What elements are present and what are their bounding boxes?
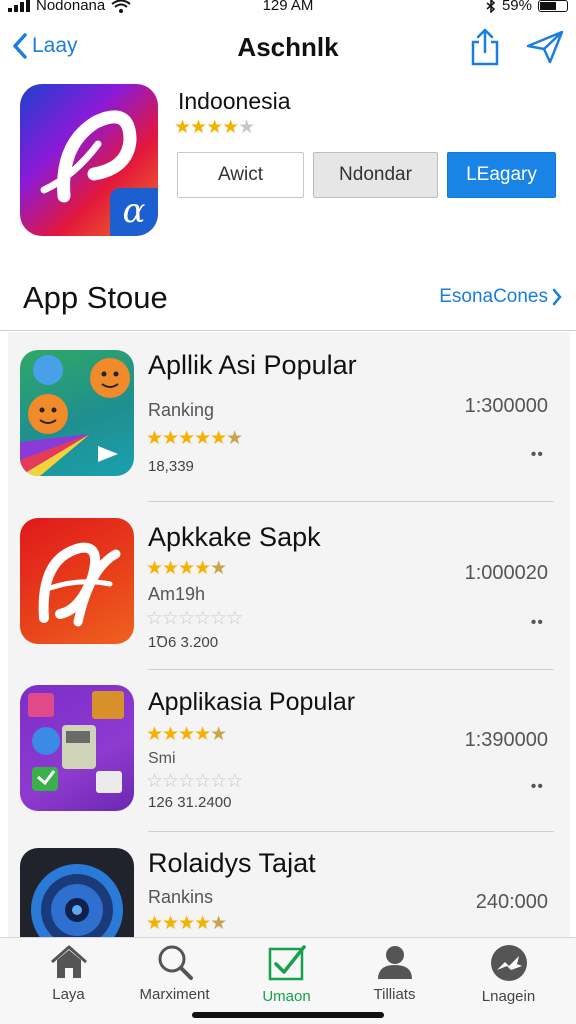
featured-app-rating: ★★★★★ (174, 116, 255, 139)
rating-stars-filled: ★★★★ (174, 117, 239, 138)
bird-icon (490, 945, 527, 981)
more-options-button[interactable]: •• (531, 446, 544, 464)
home-indicator[interactable] (192, 1012, 384, 1018)
tab-label: Lnagein (481, 988, 536, 1005)
rating-stars-filled: ★★★★ (146, 558, 211, 579)
app-rating: ★★★★★★ (146, 427, 243, 450)
app-subtitle: Ranking (148, 400, 215, 420)
battery-icon (538, 0, 568, 12)
featured-app-name: Indoonesia (178, 88, 291, 114)
app-name: Apkkake Sapk (148, 522, 321, 552)
status-bar: Nodonana 129 AM 59% (0, 0, 576, 18)
featured-app-header: α Indoonesia ★★★★★ Awict Ndondar LEagary (0, 84, 576, 244)
rating-star-half: ★ (210, 913, 227, 934)
empty-rating-stars: ☆☆☆☆☆☆ (146, 771, 243, 792)
tab-tilliats[interactable]: Tilliats (337, 944, 452, 1003)
share-icon[interactable] (468, 28, 502, 66)
app-count: 18,339 (148, 458, 194, 475)
empty-rating-stars: ☆☆☆☆☆☆ (146, 608, 243, 629)
rating-star-half: ★ (210, 558, 227, 579)
rating-stars-filled: ★★★★★ (146, 428, 227, 449)
section-link-label: EsonaCones (439, 286, 548, 307)
leagary-button[interactable]: LEagary (447, 152, 556, 198)
chat-bubbles-app-icon (20, 350, 134, 476)
app-rating: ★★★★★ (146, 557, 227, 580)
ndondar-button[interactable]: Ndondar (313, 152, 438, 198)
app-subtitle: Am19h (148, 584, 206, 604)
tab-label: Tilliats (373, 986, 416, 1003)
app-count: 126 31.2400 (148, 794, 232, 811)
list-item[interactable]: Rolaidys Tajat Rankins ★★★★★ 240:000 (8, 832, 570, 937)
search-icon (158, 945, 193, 980)
shopping-items-app-icon (20, 685, 134, 811)
app-list: Apllik Asi Popular Ranking ★★★★★★ 18,339… (8, 332, 570, 937)
list-item[interactable]: Apkkake Sapk ★★★★★ Am19h ☆☆☆☆☆☆ 1Ꝺ6 3.20… (8, 502, 570, 670)
rating-stars-filled: ★★★★ (146, 724, 211, 745)
awict-button[interactable]: Awict (177, 152, 304, 198)
bluetooth-icon (486, 0, 496, 13)
app-name: Apllik Asi Popular (148, 350, 357, 380)
tab-laya[interactable]: Laya (11, 944, 126, 1003)
status-right: 59% (486, 0, 568, 14)
tab-umaon[interactable]: Umaon (229, 944, 344, 1005)
home-icon (50, 945, 87, 978)
navigation-bar: Laay Aschnlk (0, 20, 576, 76)
featured-app-icon[interactable]: α (20, 84, 158, 236)
tab-label: Marximent (139, 986, 210, 1003)
script-letter-app-icon (20, 518, 134, 644)
tab-label: Laya (52, 986, 85, 1003)
list-item[interactable]: Applikasia Popular ★★★★★ Smi ☆☆☆☆☆☆ 126 … (8, 670, 570, 832)
app-subtitle: Smi (148, 750, 176, 767)
app-value: 1:300000 (464, 395, 548, 417)
app-count: 1Ꝺ6 3.200 (148, 634, 219, 651)
rating-stars-filled: ★★★★ (146, 913, 211, 934)
rating-star-half: ★ (226, 428, 243, 449)
person-icon (377, 946, 412, 979)
app-value: 240:000 (475, 891, 548, 913)
app-subtitle: Rankins (148, 887, 214, 907)
featured-app-badge: α (110, 188, 158, 236)
tab-lnagein[interactable]: Lnagein (451, 944, 566, 1005)
target-ring-app-icon (20, 848, 134, 937)
section-title: App Stoue (23, 280, 168, 315)
app-rating: ★★★★★ (146, 912, 227, 935)
chevron-right-icon (552, 288, 562, 306)
app-name: Applikasia Popular (148, 688, 356, 716)
tab-marximent[interactable]: Marximent (117, 944, 232, 1003)
tab-bar: Laya Marximent Umaon Tilliats Lnagein (0, 937, 576, 1024)
checkbox-icon (268, 945, 306, 981)
rating-star-half: ★ (210, 724, 227, 745)
send-icon[interactable] (526, 30, 564, 64)
app-value: 1:390000 (464, 729, 548, 751)
section-divider (0, 330, 576, 331)
rating-stars-empty: ★ (238, 117, 255, 138)
battery-percent: 59% (501, 0, 532, 14)
list-item[interactable]: Apllik Asi Popular Ranking ★★★★★★ 18,339… (8, 332, 570, 502)
app-name: Rolaidys Tajat (148, 848, 316, 878)
tab-label: Umaon (262, 988, 311, 1005)
section-link[interactable]: EsonaCones (439, 286, 562, 308)
app-value: 1:000020 (464, 562, 548, 584)
more-options-button[interactable]: •• (531, 614, 544, 632)
more-options-button[interactable]: •• (531, 778, 544, 796)
app-rating: ★★★★★ (146, 723, 227, 746)
